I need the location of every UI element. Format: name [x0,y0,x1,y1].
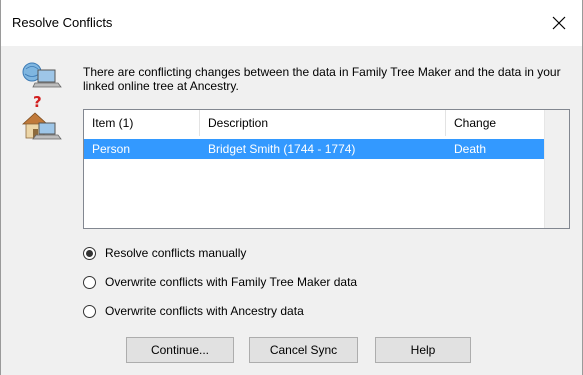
close-button[interactable] [536,0,582,46]
continue-button[interactable]: Continue... [126,337,234,363]
list-header: Item (1) Description Change [84,110,569,136]
cell-item: Person [92,142,131,156]
option-overwrite-ftm[interactable]: Overwrite conflicts with Family Tree Mak… [83,273,357,291]
option-label: Overwrite conflicts with Family Tree Mak… [105,275,358,289]
close-icon [552,16,566,30]
option-resolve-manually[interactable]: Resolve conflicts manually [83,244,246,262]
cell-change: Death [454,142,487,156]
option-label: Resolve conflicts manually [105,246,247,260]
cancel-sync-button[interactable]: Cancel Sync [249,337,358,363]
option-label: Overwrite conflicts with Ancestry data [105,304,304,318]
help-button[interactable]: Help [375,337,471,363]
svg-text:?: ? [33,93,42,111]
vertical-scrollbar[interactable] [544,110,569,228]
title-bar: Resolve Conflicts [1,0,582,46]
column-header-description[interactable]: Description [200,110,446,136]
resolve-conflicts-dialog: Resolve Conflicts ? There are conflictin… [0,0,583,375]
dialog-title: Resolve Conflicts [12,15,113,30]
radio-button[interactable] [83,246,96,260]
column-header-change[interactable]: Change [446,110,546,136]
column-header-item[interactable]: Item (1) [84,110,200,136]
radio-button[interactable] [83,275,96,289]
sync-conflict-icon: ? [19,60,63,155]
option-overwrite-ancestry[interactable]: Overwrite conflicts with Ancestry data [83,302,304,320]
table-row[interactable]: Person Bridget Smith (1744 - 1774) Death [84,139,546,159]
conflicts-list[interactable]: Item (1) Description Change Person Bridg… [83,109,570,229]
radio-button[interactable] [83,304,96,318]
cell-description: Bridget Smith (1744 - 1774) [208,142,356,156]
conflict-message: There are conflicting changes between th… [83,65,561,93]
